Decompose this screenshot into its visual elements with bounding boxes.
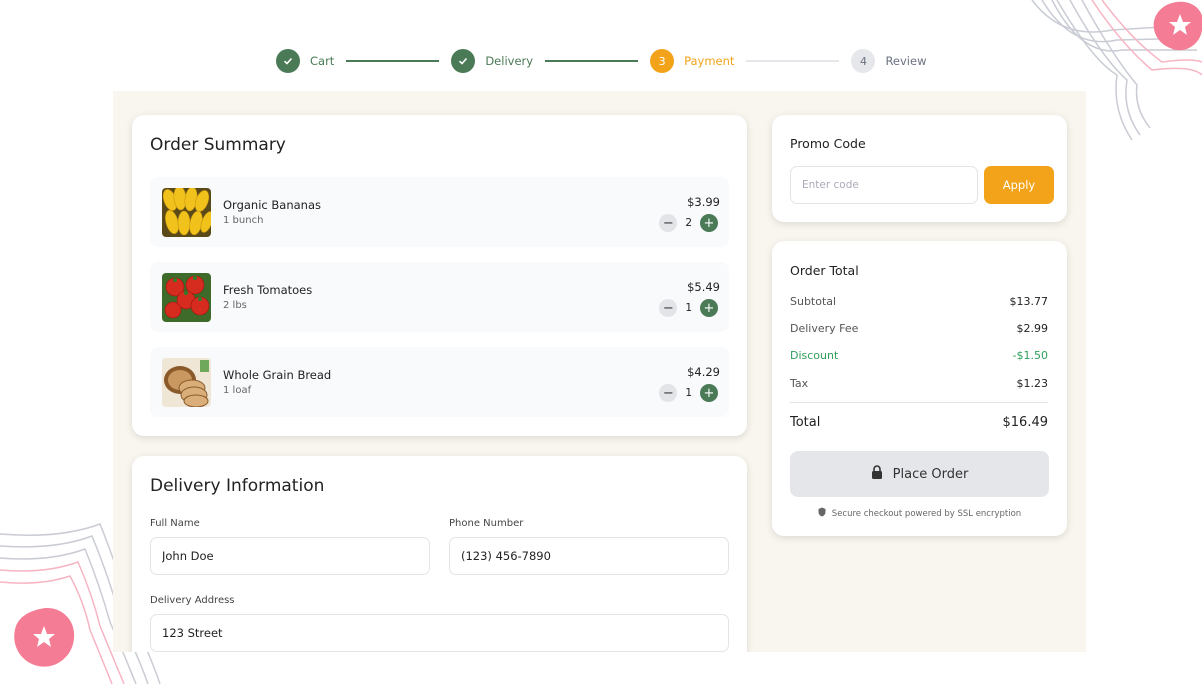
star-icon	[14, 607, 75, 667]
delivery-fee-value: $2.99	[1016, 322, 1049, 335]
decrease-quantity-button[interactable]: −	[659, 214, 678, 232]
step-label: Review	[885, 54, 927, 68]
delivery-information-card: Delivery Information Full Name Phone Num…	[132, 456, 747, 652]
order-total-title: Order Total	[790, 263, 859, 278]
star-icon	[1153, 1, 1202, 51]
total-divider	[790, 402, 1048, 403]
step-connector	[545, 60, 639, 62]
tax-value: $1.23	[1016, 377, 1049, 390]
lock-icon	[871, 465, 883, 483]
discount-value: -$1.50	[1012, 349, 1048, 362]
order-summary-card: Order Summary Organic Bananas 1 bunch $3…	[132, 115, 747, 436]
apply-promo-button[interactable]: Apply	[984, 166, 1054, 204]
phone-number-label: Phone Number	[449, 518, 524, 529]
quantity-stepper: − 2 +	[659, 214, 718, 232]
quantity-value: 2	[685, 217, 692, 229]
step-label: Delivery	[485, 54, 534, 68]
secure-checkout-note: Secure checkout powered by SSL encryptio…	[772, 507, 1067, 520]
total-label: Total	[790, 415, 821, 430]
full-name-label: Full Name	[150, 518, 200, 529]
discount-label: Discount	[790, 349, 839, 362]
quantity-value: 1	[685, 302, 692, 314]
quantity-stepper: − 1 +	[659, 384, 718, 402]
tomatoes-image	[162, 273, 211, 322]
step-number: 3	[650, 49, 675, 73]
cart-item: Organic Bananas 1 bunch $3.99 − 2 +	[150, 177, 729, 247]
delivery-address-label: Delivery Address	[150, 595, 235, 606]
increase-quantity-button[interactable]: +	[700, 299, 718, 317]
promo-code-card: Promo Code Apply	[772, 115, 1067, 222]
delivery-fee-row: Delivery Fee $2.99	[790, 322, 1048, 335]
item-unit: 1 bunch	[223, 215, 264, 226]
step-cart[interactable]: Cart	[276, 49, 334, 73]
check-icon	[276, 49, 300, 73]
step-connector	[346, 60, 440, 62]
cart-item: Fresh Tomatoes 2 lbs $5.49 − 1 +	[150, 262, 729, 332]
grand-total-row: Total $16.49	[790, 415, 1048, 430]
decrease-quantity-button[interactable]: −	[659, 384, 678, 402]
checkout-main: Order Summary Organic Bananas 1 bunch $3…	[113, 91, 1086, 652]
increase-quantity-button[interactable]: +	[700, 214, 718, 232]
secure-text: Secure checkout powered by SSL encryptio…	[831, 508, 1022, 519]
place-order-label: Place Order	[892, 466, 969, 482]
shield-icon	[818, 507, 826, 520]
promo-code-input[interactable]	[790, 166, 978, 204]
check-icon	[451, 49, 476, 73]
item-name: Fresh Tomatoes	[223, 283, 313, 297]
delivery-information-title: Delivery Information	[150, 476, 325, 496]
step-label: Payment	[684, 54, 735, 68]
delivery-fee-label: Delivery Fee	[790, 322, 859, 335]
decrease-quantity-button[interactable]: −	[659, 299, 678, 317]
step-label: Cart	[310, 54, 335, 68]
subtotal-value: $13.77	[1009, 295, 1049, 308]
item-price: $5.49	[687, 280, 720, 294]
delivery-address-field[interactable]	[150, 614, 729, 652]
discount-row: Discount -$1.50	[790, 349, 1048, 362]
checkout-stepper: Cart Delivery 3 Payment 4 Review	[276, 47, 936, 75]
total-value: $16.49	[1002, 415, 1049, 430]
promo-code-title: Promo Code	[790, 136, 866, 151]
quantity-value: 1	[685, 387, 692, 399]
item-name: Whole Grain Bread	[223, 368, 332, 382]
phone-number-field[interactable]	[449, 537, 729, 575]
item-unit: 2 lbs	[223, 300, 247, 311]
subtotal-label: Subtotal	[790, 295, 837, 308]
subtotal-row: Subtotal $13.77	[790, 295, 1048, 308]
item-price: $4.29	[687, 365, 720, 379]
cart-item: Whole Grain Bread 1 loaf $4.29 − 1 +	[150, 347, 729, 417]
bananas-image	[162, 188, 211, 237]
item-name: Organic Bananas	[223, 198, 321, 212]
bread-image	[162, 358, 211, 407]
step-review[interactable]: 4 Review	[851, 49, 926, 73]
order-total-card: Order Total Subtotal $13.77 Delivery Fee…	[772, 241, 1067, 536]
tax-row: Tax $1.23	[790, 377, 1048, 390]
step-delivery[interactable]: Delivery	[451, 49, 533, 73]
place-order-button[interactable]: Place Order	[790, 451, 1049, 497]
order-summary-title: Order Summary	[150, 135, 286, 155]
full-name-field[interactable]	[150, 537, 430, 575]
quantity-stepper: − 1 +	[659, 299, 718, 317]
item-unit: 1 loaf	[223, 385, 252, 396]
increase-quantity-button[interactable]: +	[700, 384, 718, 402]
step-connector	[746, 60, 840, 62]
item-price: $3.99	[687, 195, 720, 209]
tax-label: Tax	[790, 377, 809, 390]
step-payment[interactable]: 3 Payment	[650, 49, 734, 73]
step-number: 4	[851, 49, 876, 73]
